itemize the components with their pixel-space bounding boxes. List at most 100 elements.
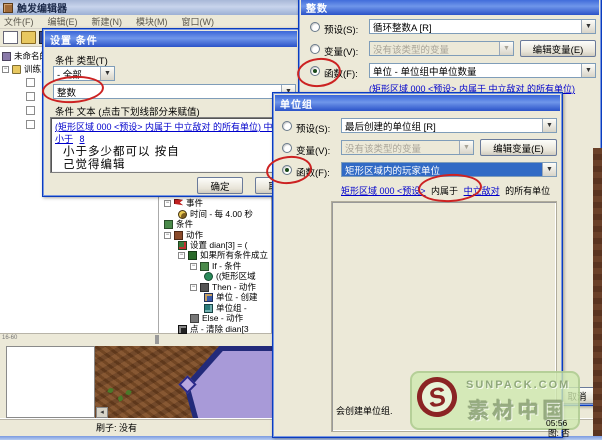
unit-group-preset-combobox[interactable]: 最后创建的单位组 [R] ▼ [341, 118, 557, 133]
unit-group-function-combobox[interactable]: 矩形区域内的玩家单位 ▼ [341, 162, 557, 177]
scroll-left-button[interactable]: ◂ [96, 407, 108, 418]
trigger-row-conditions[interactable]: 条件 [164, 219, 193, 229]
integer-variable-radio[interactable] [310, 44, 320, 54]
set-condition-titlebar[interactable]: 设置 条件 [45, 31, 297, 47]
chevron-down-icon: ▼ [499, 42, 513, 55]
condition-text-label: 条件 文本 (点击下划线部分来赋值) [55, 104, 200, 118]
unit-group-preset-value: 最后创建的单位组 [R] [342, 119, 542, 133]
unit-group-titlebar[interactable]: 单位组 [275, 95, 560, 111]
set-condition-title: 设置 条件 [50, 32, 98, 47]
trigger-doc-icon [26, 78, 35, 87]
condition-value: 整数 [54, 85, 281, 99]
chevron-down-icon[interactable]: ▼ [100, 67, 114, 80]
integer-preset-combobox[interactable]: 循环整数A [R] ▼ [369, 19, 596, 34]
watermark-logo-icon: S [413, 373, 460, 420]
integer-function-label: 函数(F): [324, 66, 358, 80]
unit-group-function-label: 函数(F): [296, 165, 330, 179]
integer-variable-combobox: 没有该类型的变量 ▼ [369, 41, 514, 56]
menu-window[interactable]: 窗口(W) [182, 15, 215, 28]
trigger-row-events[interactable]: − 事件 [164, 198, 203, 208]
operator-link[interactable]: 小于 [55, 134, 73, 144]
menu-new[interactable]: 新建(N) [92, 15, 123, 28]
bottom-note-text: 16-60 [2, 335, 17, 341]
unit-group-title: 单位组 [280, 96, 313, 111]
menu-edit[interactable]: 编辑(E) [48, 15, 78, 28]
trigger-row-else[interactable]: Else - 动作 [190, 313, 243, 323]
action-icon [174, 231, 183, 240]
condition-type-label: 条件 类型(T) [55, 53, 108, 67]
player-link[interactable]: 中立敌对 [464, 186, 500, 196]
point-icon [178, 325, 187, 334]
watermark-site-text: SUNPACK.COM [466, 379, 570, 391]
detail-splitter[interactable] [158, 197, 159, 333]
unit-group-variable-value: 没有该类型的变量 [342, 141, 459, 155]
map-icon [2, 52, 11, 61]
trigger-editor-titlebar[interactable]: 触发编辑器 [0, 0, 298, 15]
tree-trigger-item[interactable] [26, 91, 35, 101]
unit-group-edit-variable-button[interactable]: 编辑变量(E) [480, 139, 557, 156]
trigger-editor-title: 触发编辑器 [17, 0, 67, 15]
integer-titlebar[interactable]: 整数 [301, 0, 599, 15]
tree-folder-item[interactable]: − 训练 [2, 64, 41, 74]
trigger-doc-icon [26, 106, 35, 115]
collapse-icon[interactable]: − [178, 252, 185, 259]
chevron-down-icon[interactable]: ▼ [542, 163, 556, 176]
then-action-icon [200, 283, 209, 292]
trigger-row-point-clear[interactable]: 点 - 清除 dian[3 [178, 324, 249, 334]
edit-variable-label: 编辑变量(E) [533, 42, 584, 56]
comment-panel[interactable] [6, 346, 95, 418]
menu-file[interactable]: 文件(F) [4, 15, 34, 28]
tree-trigger-item[interactable] [26, 105, 35, 115]
collapse-icon[interactable]: − [164, 232, 171, 239]
description-footer-note: 会创建单位组. [336, 404, 393, 417]
integer-variable-value: 没有该类型的变量 [370, 42, 499, 56]
collapse-icon[interactable]: − [164, 200, 171, 207]
status-map-flag: 图: 否 [548, 427, 570, 439]
trigger-row-unit-create[interactable]: 单位 - 创建 [204, 292, 258, 302]
unit-group-variable-label: 变量(V): [296, 143, 330, 157]
unit-group-edit-variable-label: 编辑变量(E) [493, 141, 544, 155]
chevron-down-icon[interactable]: ▼ [542, 119, 556, 132]
chevron-down-icon[interactable]: ▼ [581, 64, 595, 77]
trigger-doc-icon [26, 92, 35, 101]
menu-bar: 文件(F) 编辑(E) 新建(N) 模块(M) 窗口(W) [0, 15, 298, 29]
region-link[interactable]: 矩形区域 000 <预设> [341, 186, 426, 196]
status-brush-label: 刷子: 没有 [96, 421, 137, 434]
integer-function-radio[interactable] [310, 66, 320, 76]
condition-icon [164, 220, 173, 229]
unit-group-function-radio[interactable] [282, 165, 292, 175]
edit-variable-button[interactable]: 编辑变量(E) [520, 40, 596, 57]
folder-icon [12, 65, 21, 74]
open-folder-icon[interactable] [21, 31, 36, 44]
set-variable-icon [178, 241, 187, 250]
trigger-row-boolean[interactable]: ((矩形区域 [204, 271, 256, 281]
if-condition-icon [200, 262, 209, 271]
screenshot-root: { "editor": { "title": "触发编辑器", "menus":… [0, 0, 602, 440]
trigger-row-if-then-else[interactable]: − 如果所有条件成立 [178, 250, 268, 260]
ok-button[interactable]: 确定 [197, 177, 243, 194]
splitter-handle[interactable] [155, 335, 159, 344]
condition-type-combobox[interactable]: - 全部 ▼ [53, 66, 115, 81]
unit-group-expression-line: 矩形区域 000 <预设> 内属于 中立敌对 的所有单位 [341, 184, 557, 197]
annotation-note-line1: 小于多少都可以 按自 [63, 146, 292, 159]
condition-expression-link[interactable]: (矩形区域 000 <预设> 内属于 中立敌对 的所有单位) 中的单位数量 [55, 122, 292, 132]
integer-preset-radio[interactable] [310, 22, 320, 32]
unit-group-preset-radio[interactable] [282, 121, 292, 131]
collapse-icon[interactable]: − [190, 263, 197, 270]
tree-trigger-item[interactable] [26, 119, 35, 129]
if-block-icon [188, 251, 197, 260]
integer-function-combobox[interactable]: 单位 - 单位组中单位数量 ▼ [369, 63, 596, 78]
condition-combobox[interactable]: 整数 ▼ [53, 84, 296, 99]
chevron-down-icon[interactable]: ▼ [581, 20, 595, 33]
menu-module[interactable]: 模块(M) [136, 15, 168, 28]
new-document-icon[interactable] [3, 31, 18, 44]
event-flag-icon [174, 199, 183, 208]
value-link[interactable]: 8 [80, 134, 85, 144]
set-condition-dialog: 设置 条件 条件 类型(T) - 全部 ▼ 整数 ▼ 条件 文本 (点击下划线部… [42, 28, 300, 197]
tree-trigger-item[interactable] [26, 77, 35, 87]
collapse-icon[interactable]: − [2, 66, 9, 73]
integer-preset-value: 循环整数A [R] [370, 20, 581, 34]
unit-group-variable-radio[interactable] [282, 143, 292, 153]
condition-type-value: - 全部 [54, 67, 100, 81]
collapse-icon[interactable]: − [190, 284, 197, 291]
